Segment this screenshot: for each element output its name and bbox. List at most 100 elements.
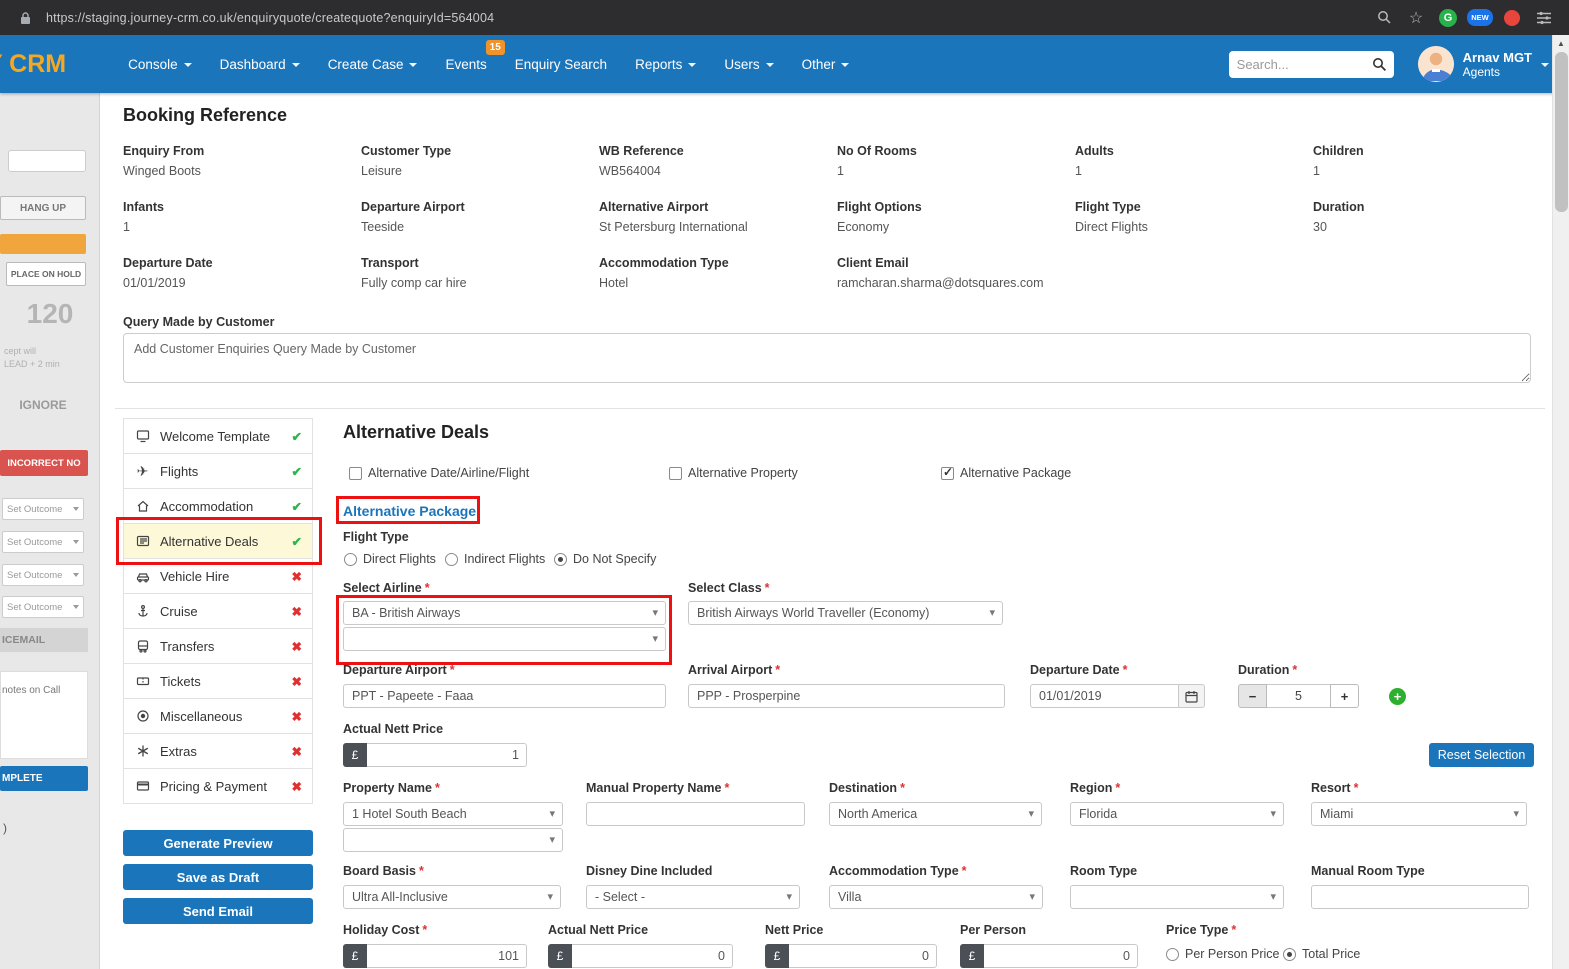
nav-other[interactable]: Other	[788, 35, 864, 93]
nav-users[interactable]: Users	[710, 35, 787, 93]
bookmark-star-icon[interactable]: ☆	[1405, 7, 1427, 29]
alternative-property-checkbox[interactable]: Alternative Property	[669, 466, 798, 480]
price-type-per-person-radio[interactable]: Per Person Price	[1166, 947, 1279, 961]
page-scrollbar[interactable]: ▲	[1552, 35, 1569, 969]
calendar-icon[interactable]	[1179, 684, 1205, 708]
nav-reports[interactable]: Reports	[621, 35, 710, 93]
sidebar-item-tickets[interactable]: Tickets ✖	[123, 663, 313, 699]
reset-selection-button[interactable]: Reset Selection	[1429, 743, 1534, 767]
property-name-dropdown-secondary[interactable]	[343, 828, 563, 852]
nav-events[interactable]: Events15	[431, 35, 500, 93]
browser-menu-icon[interactable]	[1533, 7, 1555, 29]
region-dropdown[interactable]: Florida	[1070, 802, 1284, 826]
red-extension-icon[interactable]	[1501, 7, 1523, 29]
property-name-label: Property Name*	[343, 781, 440, 795]
direct-flights-radio[interactable]: Direct Flights	[344, 552, 436, 566]
departure-airport-input[interactable]	[343, 684, 666, 708]
dialer-input[interactable]	[8, 150, 86, 172]
accommodation-type-dropdown[interactable]: Villa	[829, 885, 1043, 909]
scroll-up-arrow-icon[interactable]: ▲	[1553, 35, 1569, 51]
app-logo[interactable]: Y CRM	[0, 50, 66, 79]
sidebar-item-extras[interactable]: Extras ✖	[123, 733, 313, 769]
complete-button[interactable]: MPLETE	[0, 766, 88, 791]
nett-price-input[interactable]	[789, 944, 937, 968]
nav-create-case[interactable]: Create Case	[314, 35, 432, 93]
scrollbar-thumb[interactable]	[1555, 52, 1568, 212]
generate-preview-button[interactable]: Generate Preview	[123, 830, 313, 856]
holiday-cost-input[interactable]	[367, 944, 527, 968]
actual-nett-price-bottom-input[interactable]	[572, 944, 733, 968]
nav-dashboard[interactable]: Dashboard	[206, 35, 314, 93]
destination-dropdown[interactable]: North America	[829, 802, 1042, 826]
new-extension-badge-icon[interactable]: NEW	[1469, 7, 1491, 29]
send-email-button[interactable]: Send Email	[123, 898, 313, 924]
ignore-button[interactable]: IGNORE	[0, 398, 86, 412]
save-as-draft-button[interactable]: Save as Draft	[123, 864, 313, 890]
hang-up-button[interactable]: HANG UP	[0, 196, 86, 220]
search-icon[interactable]	[1372, 57, 1394, 72]
alternative-package-link[interactable]: Alternative Package	[343, 503, 476, 519]
grammarly-extension-icon[interactable]: G	[1437, 7, 1459, 29]
currency-prefix: £	[343, 944, 367, 968]
do-not-specify-radio[interactable]: Do Not Specify	[554, 552, 656, 566]
place-on-hold-button[interactable]: PLACE ON HOLD	[6, 262, 86, 286]
price-type-total-radio[interactable]: Total Price	[1283, 947, 1360, 961]
actual-nett-price-bottom-group: £	[548, 944, 733, 968]
zoom-search-icon[interactable]	[1373, 7, 1395, 29]
currency-prefix: £	[548, 944, 572, 968]
disney-dine-dropdown[interactable]: - Select -	[586, 885, 800, 909]
sidebar-item-accommodation[interactable]: Accommodation ✔	[123, 488, 313, 524]
set-outcome-dropdown-4[interactable]: Set Outcome	[2, 596, 84, 618]
duration-increment-button[interactable]: +	[1330, 684, 1359, 708]
property-name-dropdown[interactable]: 1 Hotel South Beach	[343, 802, 563, 826]
nav-console[interactable]: Console	[114, 35, 206, 93]
set-outcome-dropdown-2[interactable]: Set Outcome	[2, 531, 84, 553]
alternative-package-checkbox[interactable]: Alternative Package	[941, 466, 1071, 480]
chevron-down-icon	[73, 573, 79, 577]
chevron-down-icon	[292, 63, 300, 67]
task-button[interactable]	[0, 234, 86, 254]
avatar	[1418, 46, 1454, 82]
resort-dropdown[interactable]: Miami	[1311, 802, 1527, 826]
departure-date-input[interactable]	[1030, 684, 1179, 708]
sidebar-item-flights[interactable]: ✈ Flights ✔	[123, 453, 313, 489]
nav-enquiry-search[interactable]: Enquiry Search	[501, 35, 621, 93]
sidebar-item-vehicle-hire[interactable]: Vehicle Hire ✖	[123, 558, 313, 594]
search-input[interactable]	[1229, 57, 1372, 72]
indirect-flights-radio[interactable]: Indirect Flights	[445, 552, 545, 566]
alternative-date-airline-flight-checkbox[interactable]: Alternative Date/Airline/Flight	[349, 466, 529, 480]
status-cross-icon: ✖	[292, 604, 302, 619]
set-outcome-dropdown-3[interactable]: Set Outcome	[2, 564, 84, 586]
sidebar-item-alternative-deals[interactable]: Alternative Deals ✔	[123, 523, 313, 559]
room-type-dropdown[interactable]	[1070, 885, 1284, 909]
sidebar-item-welcome-template[interactable]: Welcome Template ✔	[123, 418, 313, 454]
set-outcome-dropdown-1[interactable]: Set Outcome	[2, 498, 84, 520]
incorrect-number-button[interactable]: INCORRECT NO	[0, 450, 88, 476]
board-basis-dropdown[interactable]: Ultra All-Inclusive	[343, 885, 561, 909]
holiday-cost-group: £	[343, 944, 527, 968]
voicemail-button[interactable]: ICEMAIL	[0, 628, 88, 652]
sidebar-item-transfers[interactable]: Transfers ✖	[123, 628, 313, 664]
customer-query-textarea[interactable]	[123, 333, 1531, 383]
sidebar-item-cruise[interactable]: Cruise ✖	[123, 593, 313, 629]
add-row-icon[interactable]: +	[1389, 688, 1406, 705]
manual-room-type-input[interactable]	[1311, 885, 1529, 909]
manual-property-name-input[interactable]	[586, 802, 805, 826]
room-type-label: Room Type	[1070, 864, 1137, 878]
duration-label: Duration*	[1238, 663, 1297, 677]
lock-icon[interactable]	[14, 7, 36, 29]
user-menu[interactable]: Arnav MGT Agents	[1418, 46, 1549, 82]
browser-address-bar: https://staging.journey-crm.co.uk/enquir…	[0, 0, 1569, 35]
arrival-airport-input[interactable]	[688, 684, 1005, 708]
url-text[interactable]: https://staging.journey-crm.co.uk/enquir…	[46, 11, 494, 25]
actual-nett-price-input[interactable]	[367, 743, 527, 767]
booking-field-no-of-rooms: No Of Rooms1	[837, 144, 1075, 178]
select-class-dropdown[interactable]: British Airways World Traveller (Economy…	[688, 601, 1003, 625]
per-person-input[interactable]	[984, 944, 1138, 968]
duration-input[interactable]	[1267, 684, 1330, 708]
duration-decrement-button[interactable]: −	[1238, 684, 1267, 708]
select-airline-dropdown-secondary[interactable]	[343, 627, 666, 651]
sidebar-item-pricing-payment[interactable]: Pricing & Payment ✖	[123, 768, 313, 804]
select-airline-dropdown[interactable]: BA - British Airways	[343, 601, 666, 625]
sidebar-item-miscellaneous[interactable]: Miscellaneous ✖	[123, 698, 313, 734]
